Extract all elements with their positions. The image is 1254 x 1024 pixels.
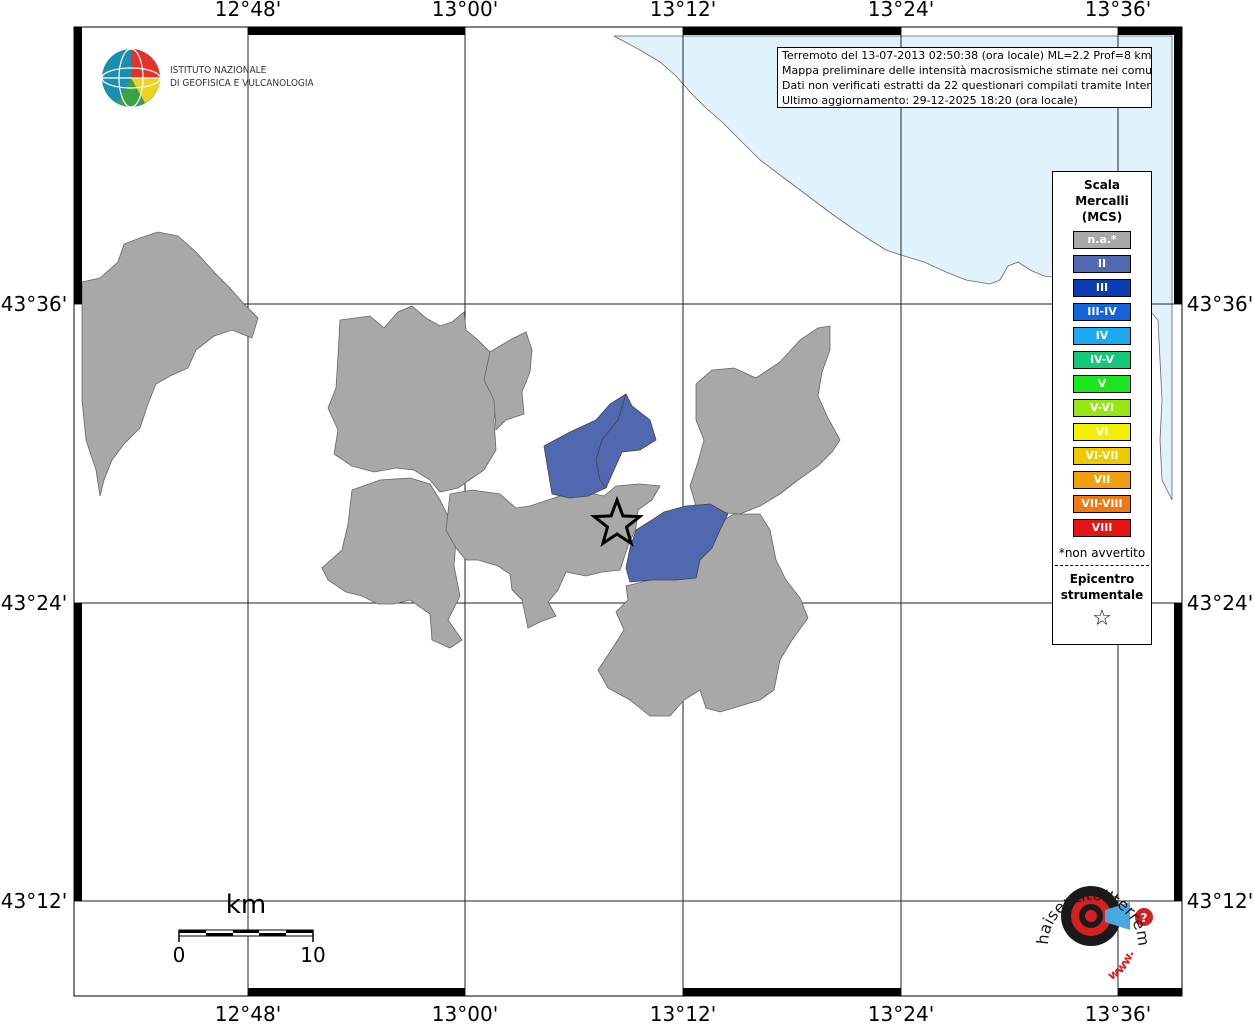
info-line: Terremoto del 13-07-2013 02:50:38 (ora l… [782,49,1152,62]
legend-swatch: VI-VII [1073,447,1131,465]
ingv-logo-globe [101,48,161,108]
lon-label: 13°24' [868,0,934,21]
lon-label: 13°24' [868,1002,934,1024]
intensity-legend: Scala Mercalli (MCS) n.a.* II III III-IV IV I… [1052,171,1152,645]
lat-label: 43°36' [1,292,67,316]
lat-label: 43°36' [1187,292,1253,316]
legend-swatch: V [1073,375,1131,393]
legend-swatch: VII-VIII [1073,495,1131,513]
legend-epicenter-line: strumentale [1060,588,1144,602]
lon-label: 13°12' [650,0,716,21]
lon-label: 13°00' [432,1002,498,1024]
lon-labels-bottom: 12°48' 13°00' 13°12' 13°24' 13°36' [215,1002,1151,1024]
lon-label: 12°48' [215,0,281,21]
legend-swatch: VI [1073,423,1131,441]
legend-swatch: n.a.* [1073,231,1131,249]
legend-title-line: Mercalli [1075,194,1129,208]
lon-label: 13°36' [1085,1002,1151,1024]
lat-label: 43°12' [1,889,67,913]
legend-epicenter-line: Epicentro [1069,572,1135,586]
legend-separator [1055,565,1149,566]
legend-swatch: VIII [1073,519,1131,537]
lat-labels-right: 43°36' 43°24' 43°12' [1187,292,1253,913]
legend-swatch: V-VI [1073,399,1131,417]
lon-label: 12°48' [215,1002,281,1024]
scale-end: 10 [300,943,325,967]
legend-swatch: III-IV [1073,303,1131,321]
lat-labels-left: 43°36' 43°24' 43°12' [1,292,67,913]
legend-swatch: II [1073,255,1131,273]
legend-swatch: VII [1073,471,1131,489]
logo-line2: DI GEOFISICA E VULCANOLOGIA [170,78,314,89]
legend-swatch: IV-V [1073,351,1131,369]
info-line: Ultimo aggiornamento: 29-12-2025 18:20 (… [782,94,1078,107]
ingv-logo-text: ISTITUTO NAZIONALE DI GEOFISICA E VULCAN… [170,64,314,90]
legend-swatch: IV [1073,327,1131,345]
legend-title-line: (MCS) [1081,210,1123,224]
event-info-box: Terremoto del 13-07-2013 02:50:38 (ora l… [777,47,1152,108]
legend-note: *non avvertito [1058,546,1146,560]
lon-label: 13°00' [432,0,498,21]
info-line: Mappa preliminare delle intensità macros… [782,64,1152,77]
lat-label: 43°12' [1187,889,1253,913]
lon-label: 13°12' [650,1002,716,1024]
lon-labels-top: 12°48' 13°00' 13°12' 13°24' 13°36' [215,0,1151,21]
legend-swatch: III [1073,279,1131,297]
logo-line1: ISTITUTO NAZIONALE [170,65,267,76]
legend-epicenter-label: Epicentro strumentale [1053,571,1151,603]
lat-label: 43°24' [1187,591,1253,615]
lon-label: 13°36' [1085,0,1151,21]
star-icon: ☆ [1092,606,1112,631]
lat-label: 43°24' [1,591,67,615]
legend-items: n.a.* II III III-IV IV IV-V V V-VI VI VI-VII VII VI… [1053,231,1151,537]
scale-unit: km [226,890,266,920]
legend-title: Scala Mercalli (MCS) [1053,177,1151,225]
legend-title-line: Scala [1083,178,1121,192]
info-line: Dati non verificati estratti da 22 quest… [782,79,1152,92]
scale-start: 0 [173,943,186,967]
